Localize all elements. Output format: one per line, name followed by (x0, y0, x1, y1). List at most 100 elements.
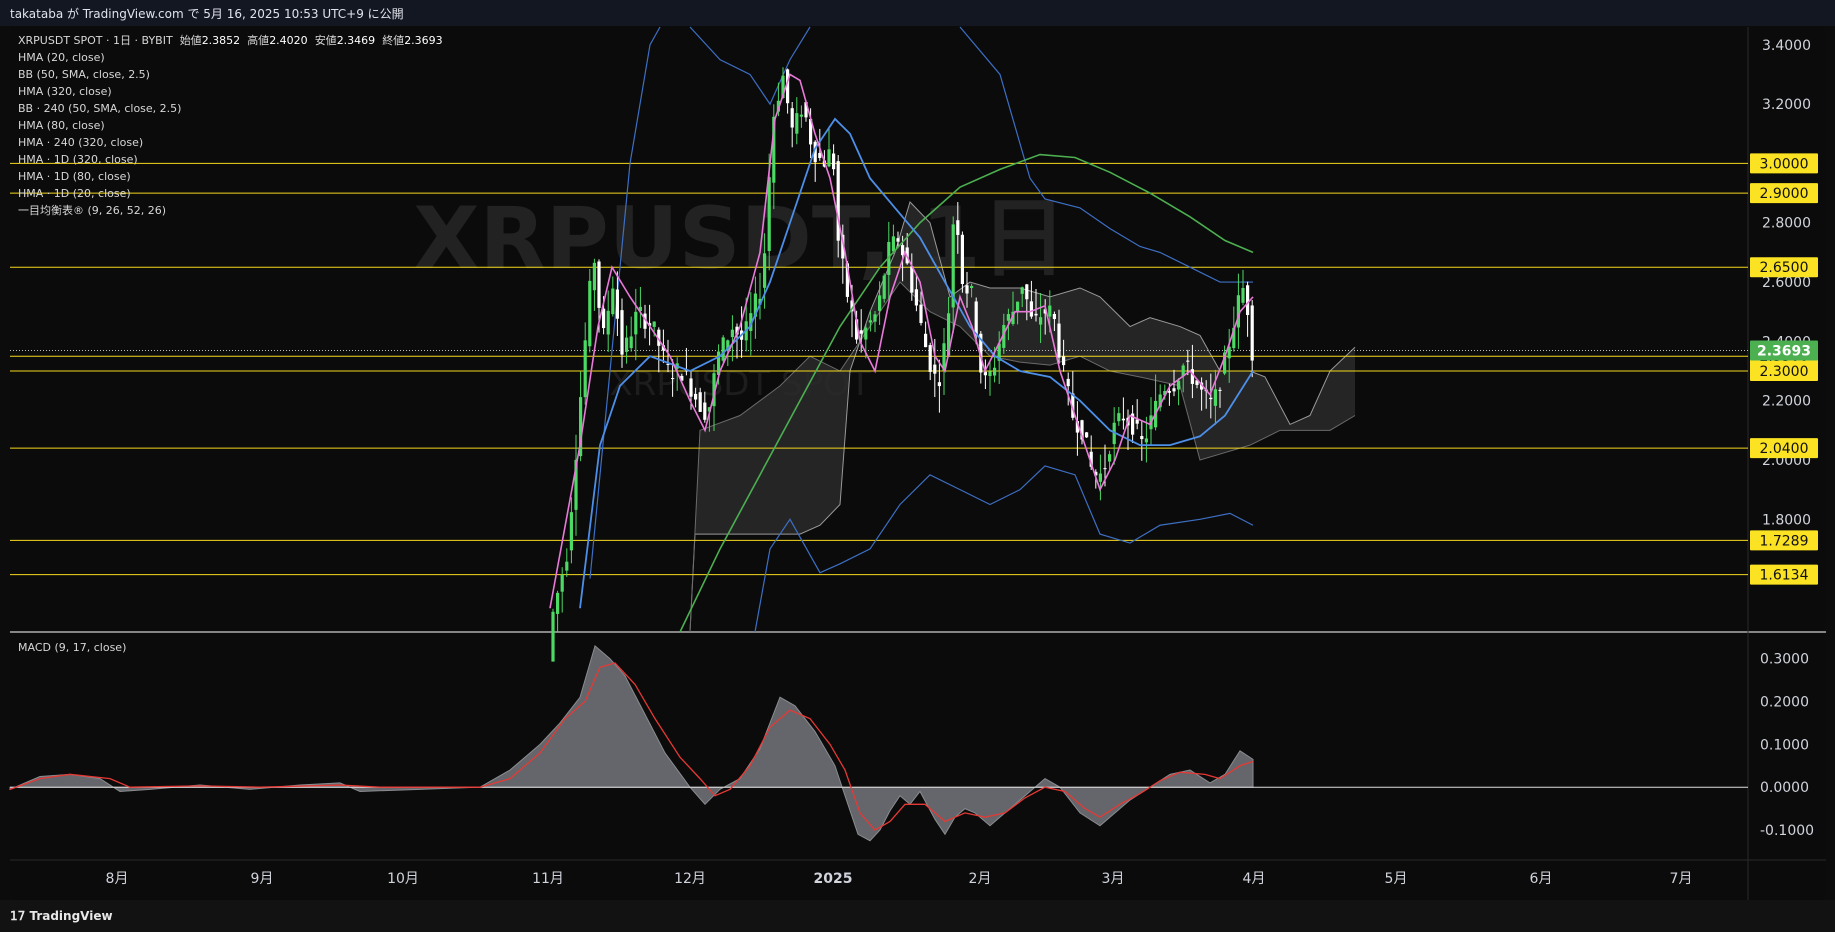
level-price-label: 3.0000 (1760, 156, 1809, 172)
candle-body (1062, 356, 1066, 366)
candle-body (993, 367, 997, 376)
candle-body (891, 236, 895, 252)
time-tick-label: 10月 (387, 871, 419, 887)
candle-body (937, 382, 941, 387)
legend: XRPUSDT SPOT · 1日 · BYBIT 始値2.3852 高値2.4… (18, 32, 443, 219)
level-price-label: 2.3000 (1760, 364, 1809, 380)
candle-body (611, 288, 615, 315)
candle-body (960, 234, 964, 284)
legend-open: 2.3852 (201, 34, 241, 47)
legend-high-label: 高値 (247, 34, 270, 47)
legend-symbol: XRPUSDT SPOT · 1日 · BYBIT (18, 34, 173, 47)
candle-body (1246, 285, 1250, 316)
time-tick-label: 2月 (969, 871, 992, 887)
candle-body (730, 329, 734, 338)
indicator-item[interactable]: 一目均衡表® (9, 26, 52, 26) (18, 202, 443, 219)
candle-body (878, 295, 882, 311)
bollinger-line (689, 26, 811, 106)
candle-body (652, 321, 656, 327)
candle-body (790, 108, 794, 128)
indicator-item[interactable]: HMA · 1D (80, close) (18, 168, 443, 185)
candle-body (974, 301, 978, 336)
candle-body (767, 177, 771, 252)
candle-body (832, 153, 836, 170)
tradingview-logo[interactable]: 𝟣𝟩 TradingView (10, 909, 113, 923)
candle-body (615, 289, 619, 319)
price-tick-label: 2.2000 (1762, 394, 1811, 410)
macd-tick-label: 0.1000 (1760, 737, 1809, 753)
price-tick-label: 2.8000 (1762, 216, 1811, 232)
candle-body (868, 320, 872, 323)
indicator-item[interactable]: HMA · 240 (320, close) (18, 134, 443, 151)
indicator-item[interactable]: HMA (20, close) (18, 49, 443, 66)
candle-body (1034, 313, 1038, 316)
time-tick-label: 3月 (1102, 871, 1125, 887)
candle-body (1177, 380, 1181, 390)
last-price-label: 2.3693 (1757, 343, 1811, 359)
candle-body (970, 286, 974, 289)
candle-body (799, 114, 803, 117)
candle-body (1052, 314, 1056, 320)
price-tick-label: 3.4000 (1762, 38, 1811, 54)
candle-body (606, 310, 610, 335)
candle-body (560, 574, 564, 592)
time-tick-label: 6月 (1530, 871, 1553, 887)
candle-body (1213, 389, 1217, 406)
price-tick-label: 1.8000 (1762, 512, 1811, 528)
candle-body (933, 364, 937, 374)
legend-high: 2.4020 (269, 34, 308, 47)
candle-body (551, 611, 555, 662)
candle-body (1098, 473, 1102, 482)
candle-body (1066, 378, 1070, 387)
indicator-item[interactable]: HMA (80, close) (18, 117, 443, 134)
candle-body (671, 378, 675, 380)
candle-body (583, 340, 587, 398)
candle-body (602, 308, 606, 329)
candle-body (988, 371, 992, 377)
time-tick-label: 7月 (1670, 871, 1693, 887)
candle-body (689, 378, 693, 397)
macd-title[interactable]: MACD (9, 17, close) (18, 641, 126, 654)
candle-body (1140, 436, 1144, 440)
legend-close-label: 終値 (382, 34, 405, 47)
price-axis: 3.40003.20003.00002.80002.60002.40002.20… (1750, 38, 1818, 585)
footer: 𝟣𝟩 TradingView (0, 900, 1835, 932)
candle-body (901, 245, 905, 256)
candle-body (721, 337, 725, 361)
candle-body (694, 393, 698, 400)
macd-tick-label: 0.2000 (1760, 695, 1809, 711)
time-tick-label: 5月 (1385, 871, 1408, 887)
candle-body (1121, 418, 1125, 421)
candle-body (896, 238, 900, 242)
candle-body (1085, 432, 1089, 438)
indicator-item[interactable]: HMA · 1D (20, close) (18, 185, 443, 202)
candle-body (965, 285, 969, 294)
level-price-label: 1.6134 (1760, 568, 1809, 584)
candle-body (864, 327, 868, 340)
indicator-item[interactable]: BB (50, SMA, close, 2.5) (18, 66, 443, 83)
candle-body (1006, 314, 1010, 321)
candle-body (827, 149, 831, 167)
time-tick-label: 2025 (814, 871, 853, 887)
macd-tick-label: -0.1000 (1760, 823, 1814, 839)
candle-body (956, 220, 960, 235)
candle-body (565, 561, 569, 571)
indicator-item[interactable]: HMA (320, close) (18, 83, 443, 100)
candle-body (1016, 301, 1020, 313)
legend-low-label: 安値 (314, 34, 337, 47)
indicator-item[interactable]: HMA · 1D (320, close) (18, 151, 443, 168)
candle-body (859, 330, 863, 334)
indicator-item[interactable]: BB · 240 (50, SMA, close, 2.5) (18, 100, 443, 117)
macd-tick-label: 0.0000 (1760, 780, 1809, 796)
candle-body (1250, 305, 1254, 361)
candle-body (556, 592, 560, 614)
candle-body (625, 337, 629, 352)
candle-body (1057, 323, 1061, 358)
candle-body (629, 336, 633, 349)
candle-body (873, 314, 877, 322)
candle-body (795, 113, 799, 134)
legend-close: 2.3693 (404, 34, 443, 47)
candle-body (1108, 454, 1112, 462)
candle-body (928, 345, 932, 372)
candle-body (1020, 287, 1024, 294)
